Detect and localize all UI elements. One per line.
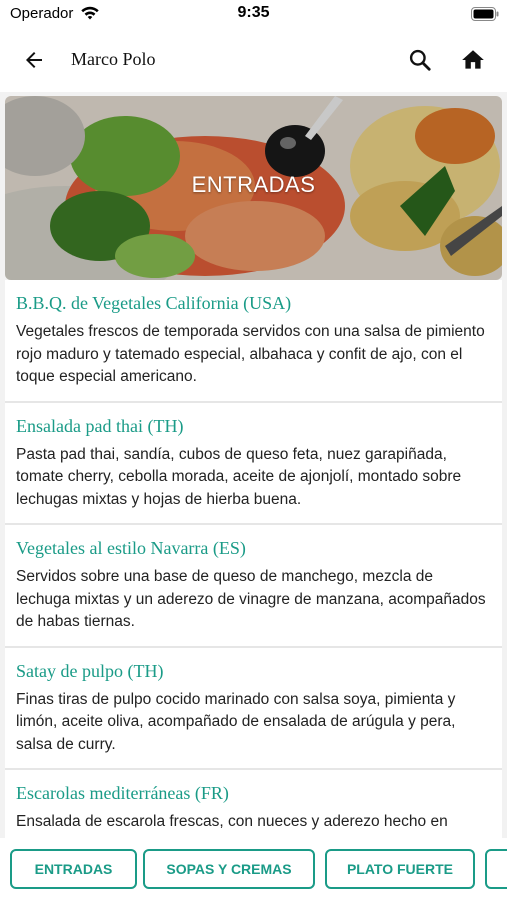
search-button[interactable] — [404, 44, 436, 76]
menu-item-name: B.B.Q. de Vegetales California (USA) — [16, 293, 292, 313]
menu-item-name: Ensalada pad thai (TH) — [16, 415, 184, 436]
tab-sopas-y-cremas[interactable]: SOPAS Y CREMAS — [143, 849, 315, 889]
menu-item[interactable]: Vegetales al estilo Navarra (ES) Servido… — [5, 525, 502, 648]
page-title: Marco Polo — [71, 49, 156, 69]
tab-plato-fuerte[interactable]: PLATO FUERTE — [325, 849, 475, 889]
menu-item[interactable]: Satay de pulpo (TH) Finas tiras de pulpo… — [5, 647, 502, 770]
back-arrow-icon — [26, 52, 42, 68]
status-bar: Operador 9:35 — [0, 0, 507, 28]
search-icon — [409, 49, 431, 71]
menu-item-description: Ensalada de escarola frescas, con nueces… — [16, 813, 448, 830]
app-header: Marco Polo — [0, 28, 507, 92]
home-icon — [462, 50, 484, 69]
menu-item[interactable]: Ensalada pad thai (TH) Pasta pad thai, s… — [5, 402, 502, 525]
home-button[interactable] — [457, 44, 489, 76]
menu-item-name: Satay de pulpo (TH) — [16, 660, 164, 681]
menu-item-description: Finas tiras de pulpo cocido marinado con… — [16, 690, 456, 753]
menu-list: B.B.Q. de Vegetales California (USA) Veg… — [5, 280, 502, 838]
menu-item-description: Vegetales frescos de temporada servidos … — [16, 323, 485, 385]
tab-entradas[interactable]: ENTRADAS — [10, 849, 137, 889]
content-scroll[interactable]: ENTRADAS B.B.Q. de Vegetales California … — [5, 96, 502, 838]
battery-icon — [471, 7, 499, 21]
menu-item[interactable]: Escarolas mediterráneas (FR) Ensalada de… — [5, 770, 502, 838]
menu-item[interactable]: B.B.Q. de Vegetales California (USA) Veg… — [5, 280, 502, 403]
category-title: ENTRADAS — [191, 172, 316, 197]
category-hero: ENTRADAS — [5, 96, 502, 280]
menu-item-name: Escarolas mediterráneas (FR) — [16, 783, 229, 803]
tab-next-category[interactable] — [485, 849, 507, 889]
back-button[interactable] — [18, 44, 50, 76]
menu-item-description: Pasta pad thai, sandía, cubos de queso f… — [16, 445, 462, 508]
clock: 9:35 — [237, 4, 270, 21]
menu-item-name: Vegetales al estilo Navarra (ES) — [16, 538, 246, 558]
menu-item-description: Servidos sobre una base de queso de manc… — [16, 568, 486, 630]
category-tab-bar: ENTRADAS SOPAS Y CREMAS PLATO FUERTE — [0, 838, 507, 900]
